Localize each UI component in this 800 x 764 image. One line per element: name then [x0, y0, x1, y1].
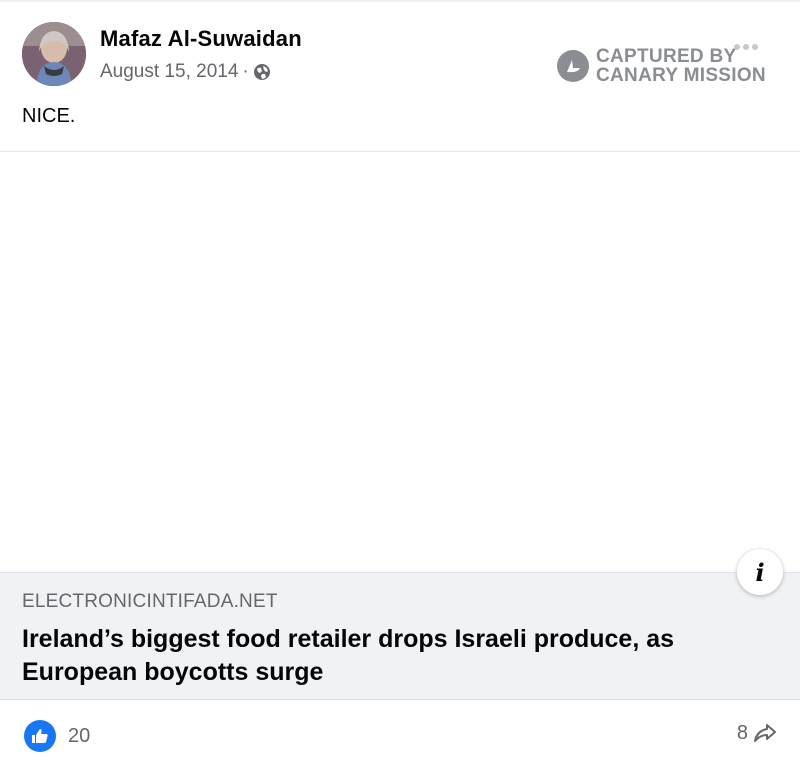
author-name[interactable]: Mafaz Al-Suwaidan [100, 26, 302, 52]
more-dot [734, 44, 740, 50]
canary-mission-watermark: CAPTURED BY CANARY MISSION [556, 47, 766, 85]
globe-icon[interactable] [253, 63, 271, 81]
link-preview-card[interactable]: ELECTRONICINTIFADA.NET Ireland’s biggest… [0, 572, 800, 700]
watermark-text: CAPTURED BY CANARY MISSION [596, 47, 766, 85]
link-title[interactable]: Ireland’s biggest food retailer drops Is… [22, 623, 762, 689]
post-text: NICE. [22, 105, 76, 127]
canary-bird-icon [557, 50, 589, 82]
meta-separator: · [242, 61, 249, 82]
share-count: 8 [736, 721, 748, 744]
post-date[interactable]: August 15, 2014 [100, 61, 238, 83]
avatar-photo-icon [22, 22, 86, 86]
avatar[interactable] [22, 22, 86, 86]
share-summary[interactable]: 8 [737, 720, 778, 746]
link-domain: ELECTRONICINTIFADA.NET [22, 591, 278, 612]
watermark-line-2: CANARY MISSION [596, 65, 766, 86]
more-dot [743, 44, 749, 50]
post-meta: August 15, 2014 · [100, 61, 271, 83]
more-dot [752, 44, 758, 50]
thumbs-up-icon [24, 720, 56, 752]
thumbs-up-glyph [32, 729, 48, 743]
top-divider [0, 0, 800, 2]
info-button[interactable]: i [737, 549, 783, 595]
facebook-post: Mafaz Al-Suwaidan August 15, 2014 · CAPT… [0, 0, 800, 764]
like-count: 20 [68, 724, 91, 747]
share-arrow-icon [754, 724, 776, 742]
more-options-icon[interactable] [734, 44, 758, 50]
reactions-summary[interactable]: 20 [24, 720, 90, 752]
link-preview-image[interactable] [0, 151, 800, 572]
